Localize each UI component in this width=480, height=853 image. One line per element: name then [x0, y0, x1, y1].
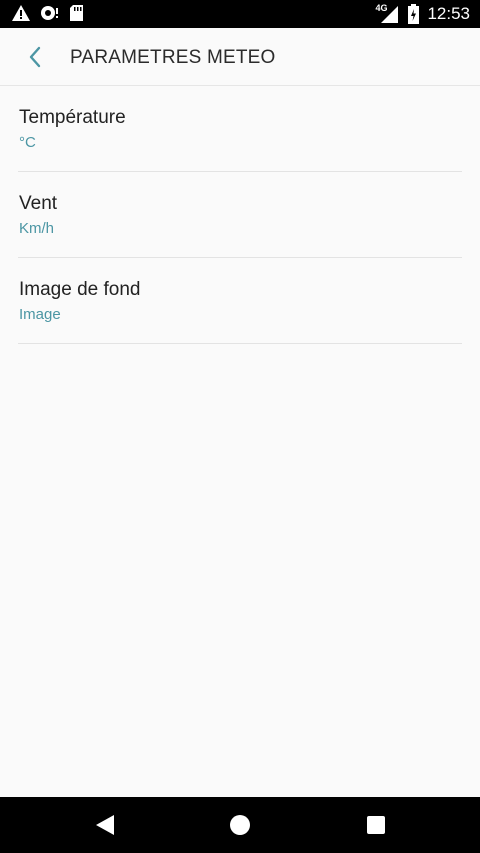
- signal-icon: 4G: [375, 3, 400, 24]
- sd-card-icon: [70, 5, 83, 21]
- app-bar: PARAMETRES METEO: [0, 28, 480, 86]
- setting-value: Image: [19, 306, 61, 323]
- battery-charging-icon: [408, 4, 420, 24]
- nav-recents-button[interactable]: [364, 813, 388, 842]
- setting-value: °C: [19, 134, 36, 151]
- chevron-left-icon: [20, 46, 50, 76]
- recents-square-icon: [364, 816, 388, 841]
- setting-temperature[interactable]: Température °C: [18, 86, 462, 172]
- settings-list: Température °C Vent Km/h Image de fond I…: [0, 86, 480, 344]
- setting-title: Image de fond: [19, 279, 141, 300]
- setting-title: Température: [19, 107, 126, 128]
- setting-title: Vent: [19, 193, 58, 214]
- sync-icon: [40, 5, 60, 21]
- home-circle-icon: [228, 815, 252, 841]
- back-triangle-icon: [94, 815, 116, 841]
- setting-wind[interactable]: Vent Km/h: [18, 172, 462, 258]
- navigation-bar: [0, 797, 480, 853]
- status-bar: 4G 12:53: [0, 0, 480, 28]
- warning-icon: [12, 5, 30, 21]
- page-title: PARAMETRES METEO: [70, 47, 276, 68]
- setting-background-image[interactable]: Image de fond Image: [18, 258, 462, 344]
- back-button[interactable]: [20, 42, 50, 72]
- nav-home-button[interactable]: [228, 813, 252, 842]
- setting-value: Km/h: [19, 220, 55, 237]
- clock: 12:53: [427, 4, 470, 23]
- nav-back-button[interactable]: [94, 813, 116, 842]
